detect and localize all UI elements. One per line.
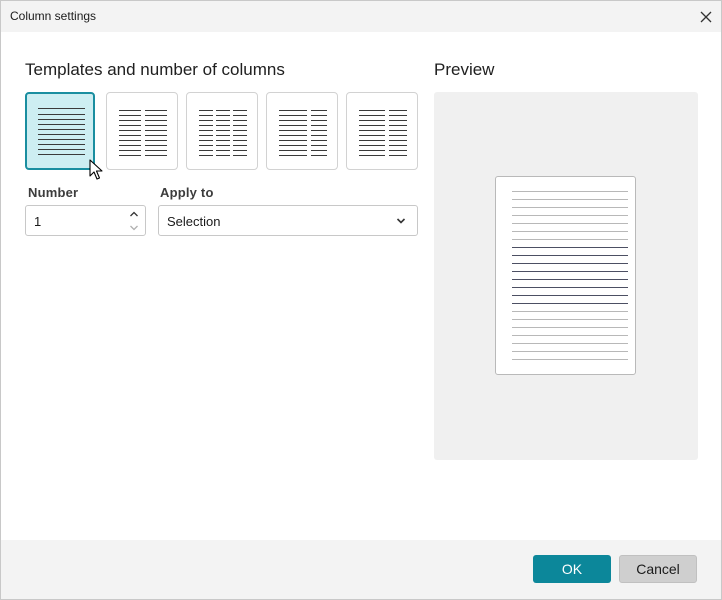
two-columns-icon: [119, 110, 167, 156]
apply-to-label: Apply to: [160, 185, 214, 200]
increment-arrow-icon[interactable]: [129, 210, 139, 218]
number-stepper[interactable]: 1: [25, 205, 146, 236]
template-two-columns-right-wide[interactable]: [346, 92, 418, 170]
close-icon: [700, 11, 712, 22]
cancel-button[interactable]: Cancel: [619, 555, 697, 583]
apply-to-select[interactable]: Selection: [158, 205, 418, 236]
number-value: 1: [34, 214, 42, 229]
preview-heading: Preview: [434, 60, 495, 79]
column-settings-dialog: Column settings Templates and number of …: [0, 0, 722, 600]
dialog-title: Column settings: [10, 9, 97, 23]
left-wide-columns-icon: [279, 110, 327, 156]
close-button[interactable]: [691, 1, 721, 32]
three-columns-icon: [199, 110, 247, 156]
template-two-columns-left-wide[interactable]: [266, 92, 338, 170]
preview-page: [495, 176, 636, 375]
one-column-icon: [38, 108, 85, 155]
decrement-arrow-icon[interactable]: [129, 224, 139, 232]
dialog-footer: OK Cancel: [1, 540, 721, 599]
number-label: Number: [28, 185, 79, 200]
template-one-column[interactable]: [25, 92, 95, 170]
preview-page-lines: [512, 191, 628, 360]
chevron-down-icon: [396, 218, 406, 224]
templates-heading: Templates and number of columns: [25, 60, 285, 79]
template-two-columns[interactable]: [106, 92, 178, 170]
right-wide-columns-icon: [359, 110, 407, 156]
mouse-cursor-icon: [89, 159, 103, 180]
preview-panel: [434, 92, 698, 460]
ok-button[interactable]: OK: [533, 555, 611, 583]
template-three-columns[interactable]: [186, 92, 258, 170]
title-bar: Column settings: [1, 1, 721, 32]
apply-to-value: Selection: [167, 214, 221, 229]
